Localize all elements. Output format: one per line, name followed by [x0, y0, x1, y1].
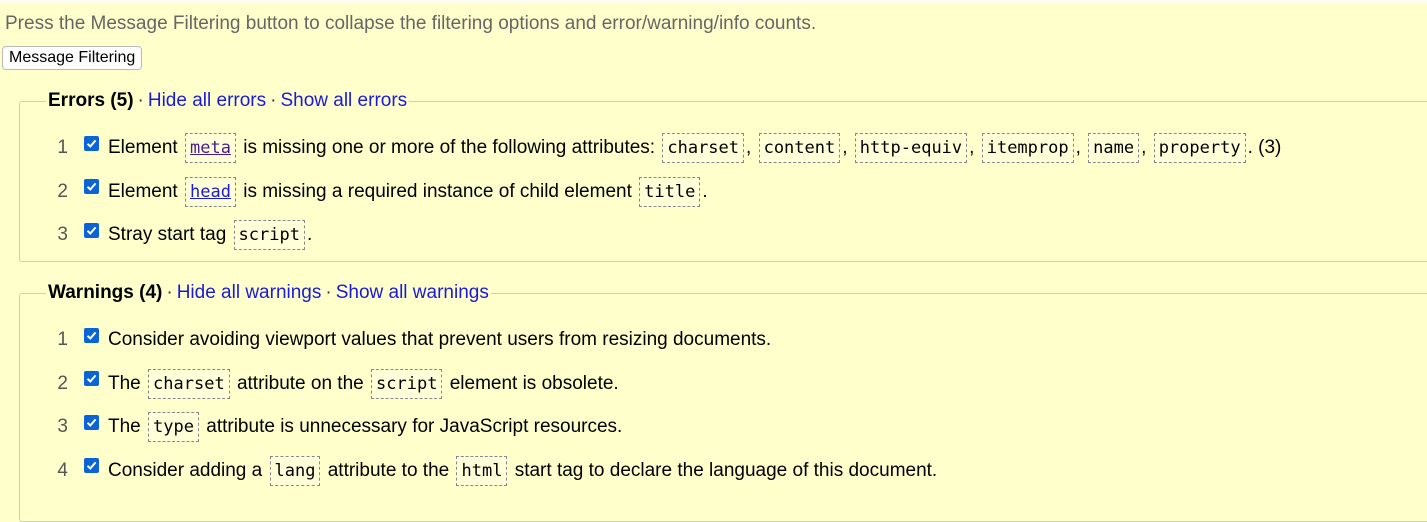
top-strip [0, 0, 1427, 3]
message-text: . (3) [1247, 137, 1282, 158]
show-all-errors-link[interactable]: Show all errors [280, 90, 407, 111]
message-number: 2 [57, 372, 68, 394]
errors-legend: Errors (5) · Hide all errors · Show all erro… [46, 90, 409, 112]
separator-dot: · [137, 90, 144, 111]
warning-message-row: 2 The charset attribute on the script ele… [50, 366, 619, 402]
warning-message-row: 4 Consider adding a lang attribute to the… [50, 453, 937, 489]
message-checkbox[interactable] [84, 135, 99, 151]
message-text: , [1141, 137, 1152, 158]
separator-dot: · [270, 90, 277, 111]
message-number: 2 [57, 180, 68, 202]
message-checkbox[interactable] [84, 327, 99, 343]
message-text: The [108, 372, 147, 394]
message-number: 3 [57, 224, 68, 245]
checkmark-icon [86, 226, 97, 235]
code-token-script: script [233, 220, 305, 250]
element-link-meta[interactable]: meta [184, 133, 236, 163]
element-link-head[interactable]: head [184, 176, 236, 207]
code-token-name: name [1088, 133, 1140, 163]
code-token-itemprop: itemprop [981, 133, 1074, 163]
checkmark-icon [86, 461, 97, 470]
validator-page: Press the Message Filtering button to co… [0, 0, 1427, 522]
warning-message-row: 1 Consider avoiding viewport values that … [50, 322, 771, 358]
message-text: is missing one or more of the following … [237, 137, 661, 158]
message-text: . [702, 180, 708, 202]
code-token-http-equiv: http-equiv [854, 133, 968, 163]
message-filtering-button[interactable]: Message Filtering [2, 46, 143, 70]
message-text: , [746, 137, 757, 158]
message-number: 3 [57, 416, 68, 437]
checkmark-icon [86, 182, 97, 191]
checkmark-icon [86, 331, 97, 340]
message-checkbox[interactable] [84, 179, 99, 194]
message-text: . [306, 224, 313, 245]
code-token-charset: charset [148, 368, 230, 399]
message-text: attribute to the [322, 459, 455, 481]
code-token-title: title [639, 176, 701, 207]
message-number: 4 [57, 459, 68, 481]
warning-message-row: 3 The type attribute is unnecessary for J… [50, 409, 622, 445]
message-checkbox[interactable] [84, 371, 99, 386]
message-text: Element [108, 137, 183, 158]
checkmark-icon [86, 418, 97, 427]
message-text: , [1075, 137, 1087, 158]
code-token-content: content [758, 133, 841, 163]
code-token-lang: lang [269, 455, 321, 486]
message-number: 1 [57, 329, 68, 350]
code-token-charset: charset [662, 133, 745, 163]
intro-text: Press the Message Filtering button to co… [5, 13, 817, 34]
code-token-html: html [456, 455, 508, 486]
message-number: 1 [57, 137, 68, 158]
checkmark-icon [86, 139, 97, 148]
code-token-type: type [148, 412, 199, 442]
error-message-row: 1 Element meta is missing one or more of … [50, 130, 1281, 166]
message-text: Stray start tag [108, 224, 232, 245]
message-text: Element [108, 180, 183, 202]
separator-dot: · [325, 282, 332, 303]
hide-all-errors-link[interactable]: Hide all errors [148, 90, 266, 111]
message-text: start tag to declare the language of thi… [509, 459, 938, 481]
checkmark-icon [86, 374, 97, 383]
message-text: element is obsolete. [444, 372, 619, 394]
separator-dot: · [166, 282, 173, 303]
warnings-title: Warnings (4) [48, 282, 163, 303]
code-token-property: property [1153, 133, 1246, 163]
message-text: Consider avoiding viewport values that p… [108, 329, 772, 350]
message-checkbox[interactable] [84, 458, 99, 473]
show-all-warnings-link[interactable]: Show all warnings [336, 282, 489, 303]
message-text: attribute is unnecessary for JavaScript … [200, 416, 623, 437]
message-checkbox[interactable] [84, 414, 99, 430]
hide-all-warnings-link[interactable]: Hide all warnings [177, 282, 322, 303]
message-text: is missing a required instance of child … [237, 180, 638, 202]
errors-title: Errors (5) [48, 90, 134, 111]
code-token-script: script [371, 368, 443, 399]
message-text: Consider adding a [108, 459, 268, 481]
warnings-legend: Warnings (4) · Hide all warnings · Show all … [46, 282, 491, 304]
message-text: , [969, 137, 980, 158]
message-text: The [108, 416, 147, 437]
error-message-row: 3 Stray start tag script. [50, 217, 312, 253]
message-checkbox[interactable] [84, 222, 99, 238]
message-text: , [842, 137, 853, 158]
message-text: attribute on the [231, 372, 370, 394]
error-message-row: 2 Element head is missing a required inst… [50, 174, 708, 210]
